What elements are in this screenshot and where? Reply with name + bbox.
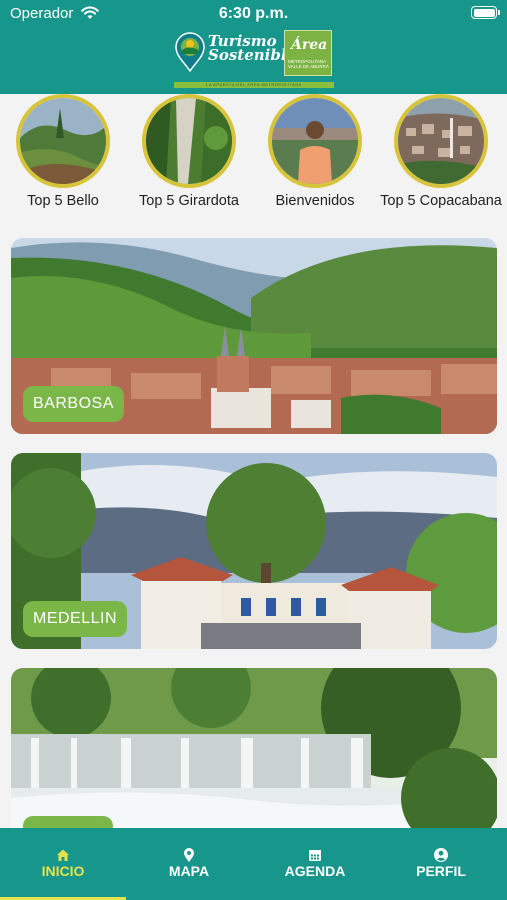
home-icon	[57, 849, 69, 861]
story-thumbnail	[142, 94, 236, 188]
story-label: Bienvenidos	[275, 193, 355, 209]
app-screen: Operador 6:30 p.m. Turismo Sostenible Ár	[0, 0, 507, 900]
battery-icon	[471, 6, 500, 19]
story-top5-copacabana[interactable]: Top 5 Copacabana	[378, 94, 504, 210]
destination-label: BARBOSA	[23, 386, 124, 422]
story-thumbnail	[394, 94, 488, 188]
destination-label: MEDELLIN	[23, 601, 128, 637]
map-pin-icon	[184, 848, 194, 862]
destination-card-medellin[interactable]: MEDELLIN	[11, 453, 497, 649]
user-icon	[434, 848, 448, 862]
nav-inicio[interactable]: INICIO	[0, 828, 126, 900]
destination-card-barbosa[interactable]: BARBOSA	[11, 238, 497, 434]
story-label: Top 5 Copacabana	[380, 193, 502, 209]
app-logo: Turismo Sostenible Área METROPOLITANA VA…	[174, 30, 334, 90]
stories-row: Top 5 Bello Top 5 Girardota Bienvenidos …	[0, 94, 507, 230]
logo-tagline: LA APUESTA DEL ÁREA METROPOLITANA	[174, 82, 334, 88]
nav-label: PERFIL	[416, 863, 466, 879]
logo-wordmark: Turismo Sostenible	[208, 34, 297, 64]
story-top5-bello[interactable]: Top 5 Bello	[0, 94, 126, 210]
story-label: Top 5 Girardota	[139, 193, 239, 209]
nav-agenda[interactable]: AGENDA	[252, 828, 378, 900]
nav-label: INICIO	[41, 863, 85, 879]
story-label: Top 5 Bello	[27, 193, 99, 209]
nav-label: AGENDA	[284, 863, 346, 879]
nav-perfil[interactable]: PERFIL	[378, 828, 504, 900]
logo-word-2: Sostenible	[208, 46, 297, 64]
nav-mapa[interactable]: MAPA	[126, 828, 252, 900]
story-top5-girardota[interactable]: Top 5 Girardota	[126, 94, 252, 210]
status-bar: Operador 6:30 p.m.	[0, 0, 507, 28]
app-header: Operador 6:30 p.m. Turismo Sostenible Ár	[0, 0, 507, 94]
nav-label: MAPA	[168, 863, 210, 879]
location-pin-logo-icon	[175, 32, 205, 72]
area-logo-subtitle: METROPOLITANA VALLE DE ABURRÁ	[288, 59, 329, 69]
clock: 6:30 p.m.	[218, 5, 289, 22]
story-thumbnail	[16, 94, 110, 188]
bottom-navigation: INICIO MAPA AGENDA PERFIL	[0, 828, 507, 900]
area-logo-word: Área	[291, 37, 328, 53]
area-metropolitana-logo: Área METROPOLITANA VALLE DE ABURRÁ	[284, 30, 332, 76]
story-bienvenidos[interactable]: Bienvenidos	[252, 94, 378, 210]
calendar-icon	[309, 850, 321, 861]
story-thumbnail	[268, 94, 362, 188]
